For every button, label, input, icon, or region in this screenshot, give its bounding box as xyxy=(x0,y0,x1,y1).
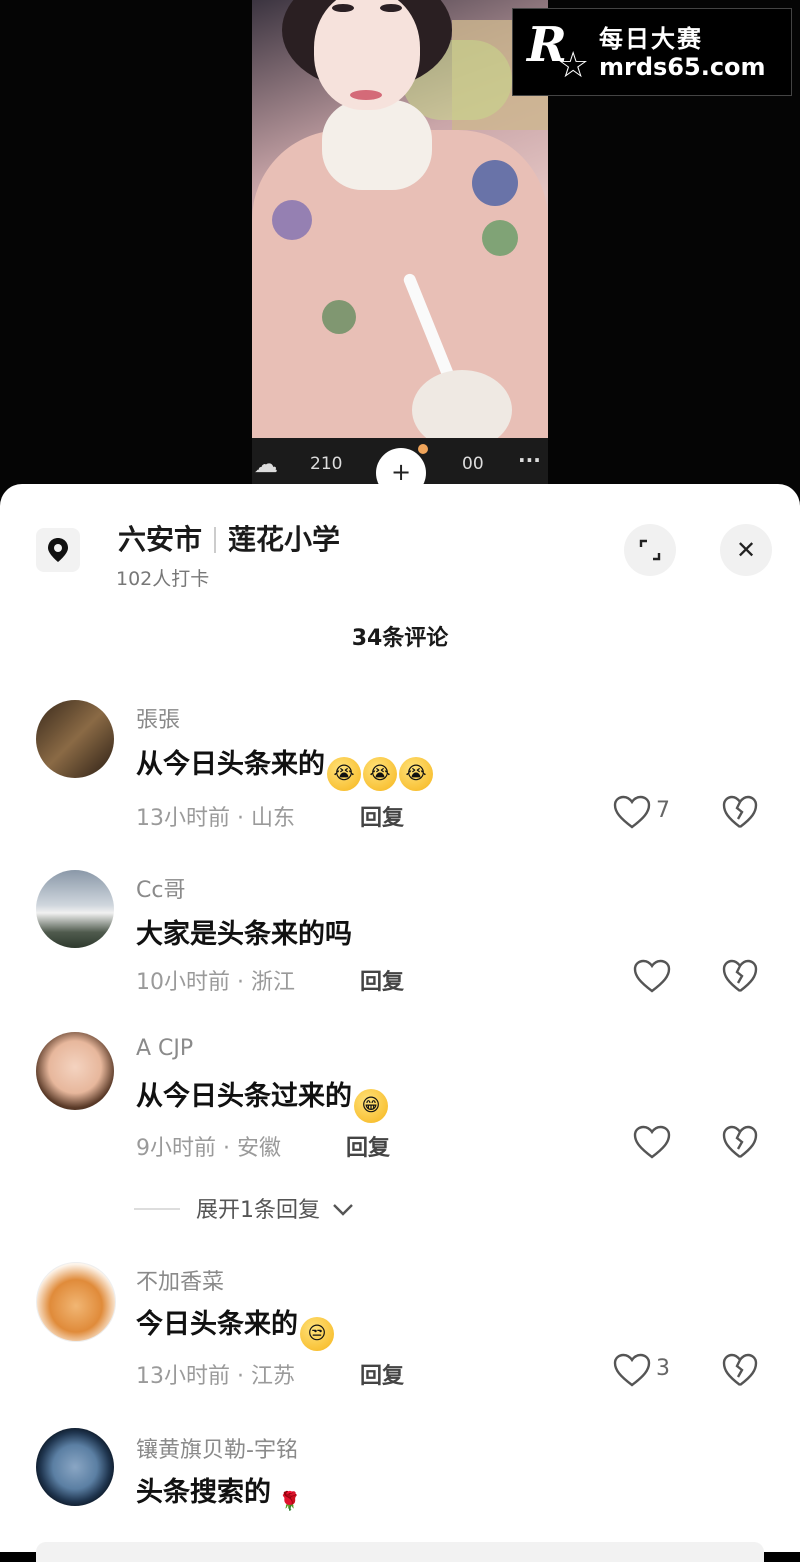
comment-text: 头条搜索的 🌹 xyxy=(136,1470,307,1519)
location-title[interactable]: 六安市 莲花小学 xyxy=(118,518,340,558)
comment-sheet: 六安市 莲花小学 102人打卡 ✕ 34条评论 張張 从今日头条来的 😭 😭 😭 13小… xyxy=(0,484,800,1562)
reply-button[interactable]: 回复 xyxy=(360,964,404,996)
crying-laughing-emoji: 😭 xyxy=(327,757,361,791)
embroidery-flower xyxy=(272,200,312,240)
eye xyxy=(332,4,354,12)
heart-icon[interactable] xyxy=(632,958,672,994)
watermark: R ☆ 每日大赛 mrds65.com xyxy=(512,8,792,96)
broken-heart-icon[interactable] xyxy=(721,958,759,994)
comment-text-body: 从今日头条来的 xyxy=(136,749,325,780)
avatar[interactable] xyxy=(36,870,114,948)
comment-meta: 13小时前 · 江苏 xyxy=(136,1364,295,1389)
location-place: 莲花小学 xyxy=(228,523,341,556)
chevron-down-icon xyxy=(333,1204,353,1216)
avatar[interactable] xyxy=(36,1032,114,1110)
expand-icon xyxy=(639,539,661,561)
heart-icon[interactable] xyxy=(612,1352,652,1388)
expand-replies-button[interactable]: 展开1条回复 xyxy=(134,1192,355,1224)
comment-text-body: 今日头条来的 xyxy=(136,1309,298,1340)
divider xyxy=(214,527,217,553)
cloud-icon[interactable]: ☁ xyxy=(254,450,278,478)
location-city: 六安市 xyxy=(118,523,203,556)
comment-meta: 13小时前 · 山东 xyxy=(136,806,295,831)
comment-author[interactable]: 張張 xyxy=(136,702,180,734)
comment-author[interactable]: Cc哥 xyxy=(136,872,185,904)
avatar[interactable] xyxy=(36,700,114,778)
embroidery-leaf xyxy=(482,220,518,256)
unamused-emoji: 😒 xyxy=(300,1317,334,1351)
reply-button[interactable]: 回复 xyxy=(360,1358,404,1390)
eye xyxy=(380,4,402,12)
comment-input-bar[interactable] xyxy=(36,1542,764,1562)
broken-heart-icon[interactable] xyxy=(721,1352,759,1388)
like-count: 210 xyxy=(310,454,343,474)
comment-meta: 10小时前 · 浙江 xyxy=(136,970,295,995)
divider xyxy=(134,1208,180,1210)
heart-icon[interactable] xyxy=(632,1124,672,1160)
comment-author[interactable]: 不加香菜 xyxy=(136,1264,224,1296)
embroidery-leaf xyxy=(322,300,356,334)
comment-text: 今日头条来的 😒 xyxy=(136,1302,334,1351)
notification-dot xyxy=(418,444,428,454)
comment-author[interactable]: A CJP xyxy=(136,1036,193,1061)
avatar[interactable] xyxy=(36,1262,116,1342)
reply-button[interactable]: 回复 xyxy=(346,1130,390,1162)
more-button[interactable]: ··· xyxy=(518,448,541,472)
like-count: 3 xyxy=(656,1356,670,1381)
comment-text: 从今日头条来的 😭 😭 😭 xyxy=(136,742,433,791)
crying-laughing-emoji: 😭 xyxy=(399,757,433,791)
video-frame[interactable] xyxy=(252,0,548,438)
comment-text-body: 从今日头条过来的 xyxy=(136,1081,352,1112)
watermark-title: 每日大赛 xyxy=(599,25,703,53)
avatar[interactable] xyxy=(36,1428,114,1506)
comments-count-title: 34条评论 xyxy=(351,626,449,651)
comment-text-body: 头条搜索的 xyxy=(136,1477,271,1508)
expand-button[interactable] xyxy=(624,524,676,576)
comment-text: 从今日头条过来的 😁 xyxy=(136,1074,388,1123)
lips xyxy=(350,90,382,100)
checkin-count: 102人打卡 xyxy=(116,568,210,590)
white-collar xyxy=(322,100,432,190)
comment-meta: 9小时前 · 安徽 xyxy=(136,1136,281,1161)
grinning-emoji: 😁 xyxy=(354,1089,388,1123)
comment-author[interactable]: 镶黄旗贝勒-宇铭 xyxy=(136,1432,298,1464)
crying-laughing-emoji: 😭 xyxy=(363,757,397,791)
location-pin-icon[interactable] xyxy=(36,528,80,572)
comment-count: 00 xyxy=(462,454,484,474)
close-button[interactable]: ✕ xyxy=(720,524,772,576)
reply-button[interactable]: 回复 xyxy=(360,800,404,832)
broken-heart-icon[interactable] xyxy=(721,794,759,830)
like-count: 7 xyxy=(656,798,670,823)
watermark-url: mrds65.com xyxy=(599,53,766,81)
comment-text: 大家是头条来的吗 xyxy=(136,919,352,950)
expand-replies-label: 展开1条回复 xyxy=(196,1198,320,1223)
embroidery-flower xyxy=(472,160,518,206)
broken-heart-icon[interactable] xyxy=(721,1124,759,1160)
star-icon: ☆ xyxy=(557,45,590,86)
rose-emoji: 🌹 xyxy=(278,1491,302,1512)
heart-icon[interactable] xyxy=(612,794,652,830)
video-player[interactable]: ☁ 210 + 00 ··· R ☆ 每日大赛 mrds65.com xyxy=(0,0,800,500)
